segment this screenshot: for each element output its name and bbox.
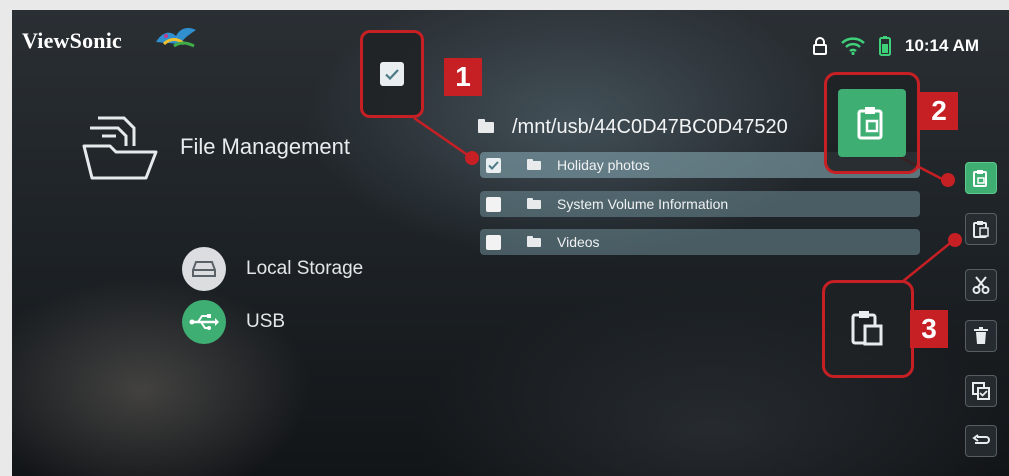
paste-icon: [851, 311, 883, 346]
callout-dot-2: [941, 173, 955, 187]
checkbox-icon: [380, 62, 404, 86]
callout-checkbox-zoom: [360, 30, 424, 118]
callout-badge-3: 3: [910, 310, 948, 348]
callout-paste-zoom: [822, 280, 914, 378]
projector-screen: ViewSonic 10:14 AM File Management Local…: [12, 10, 1009, 476]
callout-badge-2: 2: [920, 92, 958, 130]
callout-dot-1: [465, 151, 479, 165]
callout-dot-3: [948, 233, 962, 247]
callout-badge-1: 1: [444, 58, 482, 96]
callout-copy-zoom: [824, 72, 920, 174]
copy-icon: [838, 89, 906, 157]
